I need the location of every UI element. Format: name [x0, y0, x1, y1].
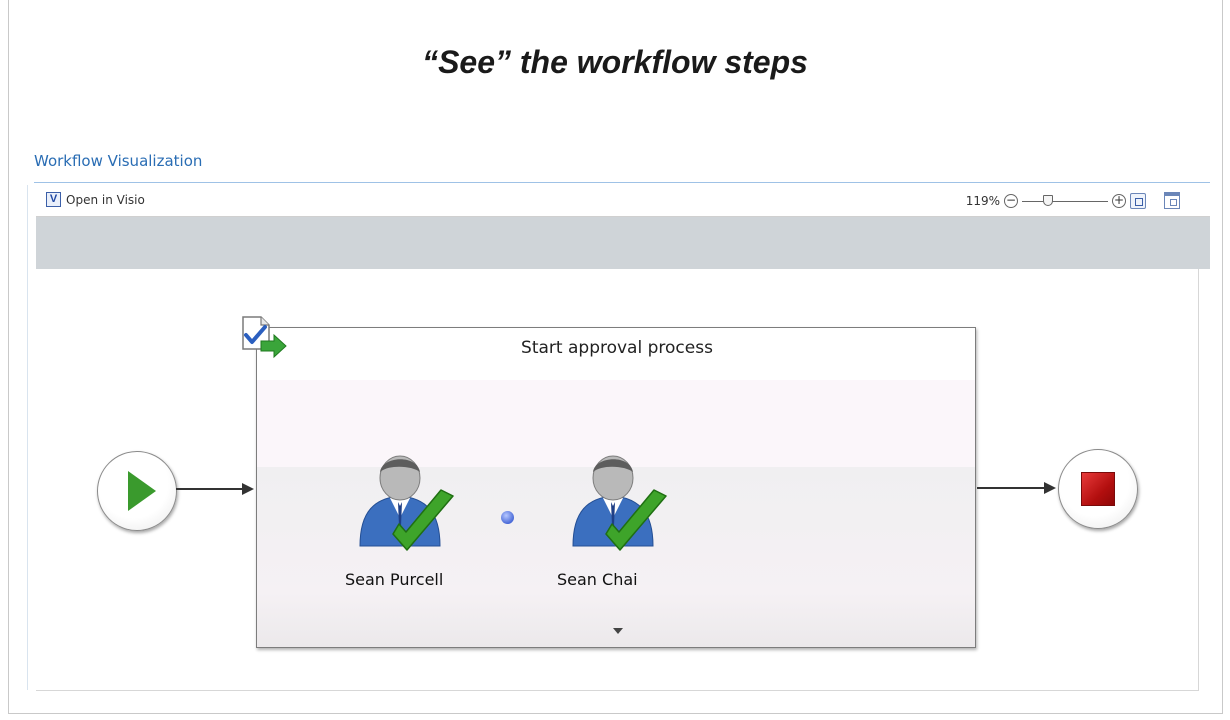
visio-toolbar: V Open in Visio 119% − + — [36, 186, 1210, 217]
diagram-header-band — [36, 217, 1210, 269]
visio-icon: V — [46, 192, 61, 207]
sequence-connector-dot — [501, 511, 514, 524]
task-document-icon — [242, 316, 287, 359]
fit-to-window-icon[interactable] — [1130, 192, 1146, 209]
approver-check-icon — [359, 455, 454, 551]
expand-stage-chevron-icon[interactable] — [613, 628, 623, 634]
details-panel-icon[interactable] — [1164, 192, 1180, 209]
approver-check-icon — [572, 455, 667, 551]
zoom-slider[interactable] — [1022, 194, 1108, 208]
start-node[interactable] — [97, 451, 177, 531]
zoom-slider-track — [1022, 200, 1108, 202]
section-divider — [34, 182, 1210, 183]
connector-stage-to-end — [977, 482, 1056, 494]
stage-title: Start approval process — [521, 338, 713, 358]
open-in-visio-label: Open in Visio — [66, 192, 145, 207]
stop-icon — [1081, 472, 1115, 506]
approver-name: Sean Chai — [557, 570, 638, 589]
zoom-level: 119% — [965, 193, 1000, 208]
zoom-controls: 119% − + — [966, 192, 1180, 209]
zoom-in-icon[interactable]: + — [1112, 193, 1126, 208]
end-node[interactable] — [1058, 449, 1138, 529]
play-icon — [128, 471, 156, 511]
left-divider — [27, 185, 28, 690]
open-in-visio-button[interactable]: V Open in Visio — [46, 192, 145, 207]
connector-start-to-stage — [176, 483, 254, 495]
zoom-slider-thumb[interactable] — [1042, 194, 1053, 206]
slide-title: “See” the workflow steps — [422, 44, 808, 80]
section-title: Workflow Visualization — [34, 152, 203, 170]
approver-name: Sean Purcell — [345, 570, 444, 589]
zoom-out-icon[interactable]: − — [1004, 193, 1018, 208]
